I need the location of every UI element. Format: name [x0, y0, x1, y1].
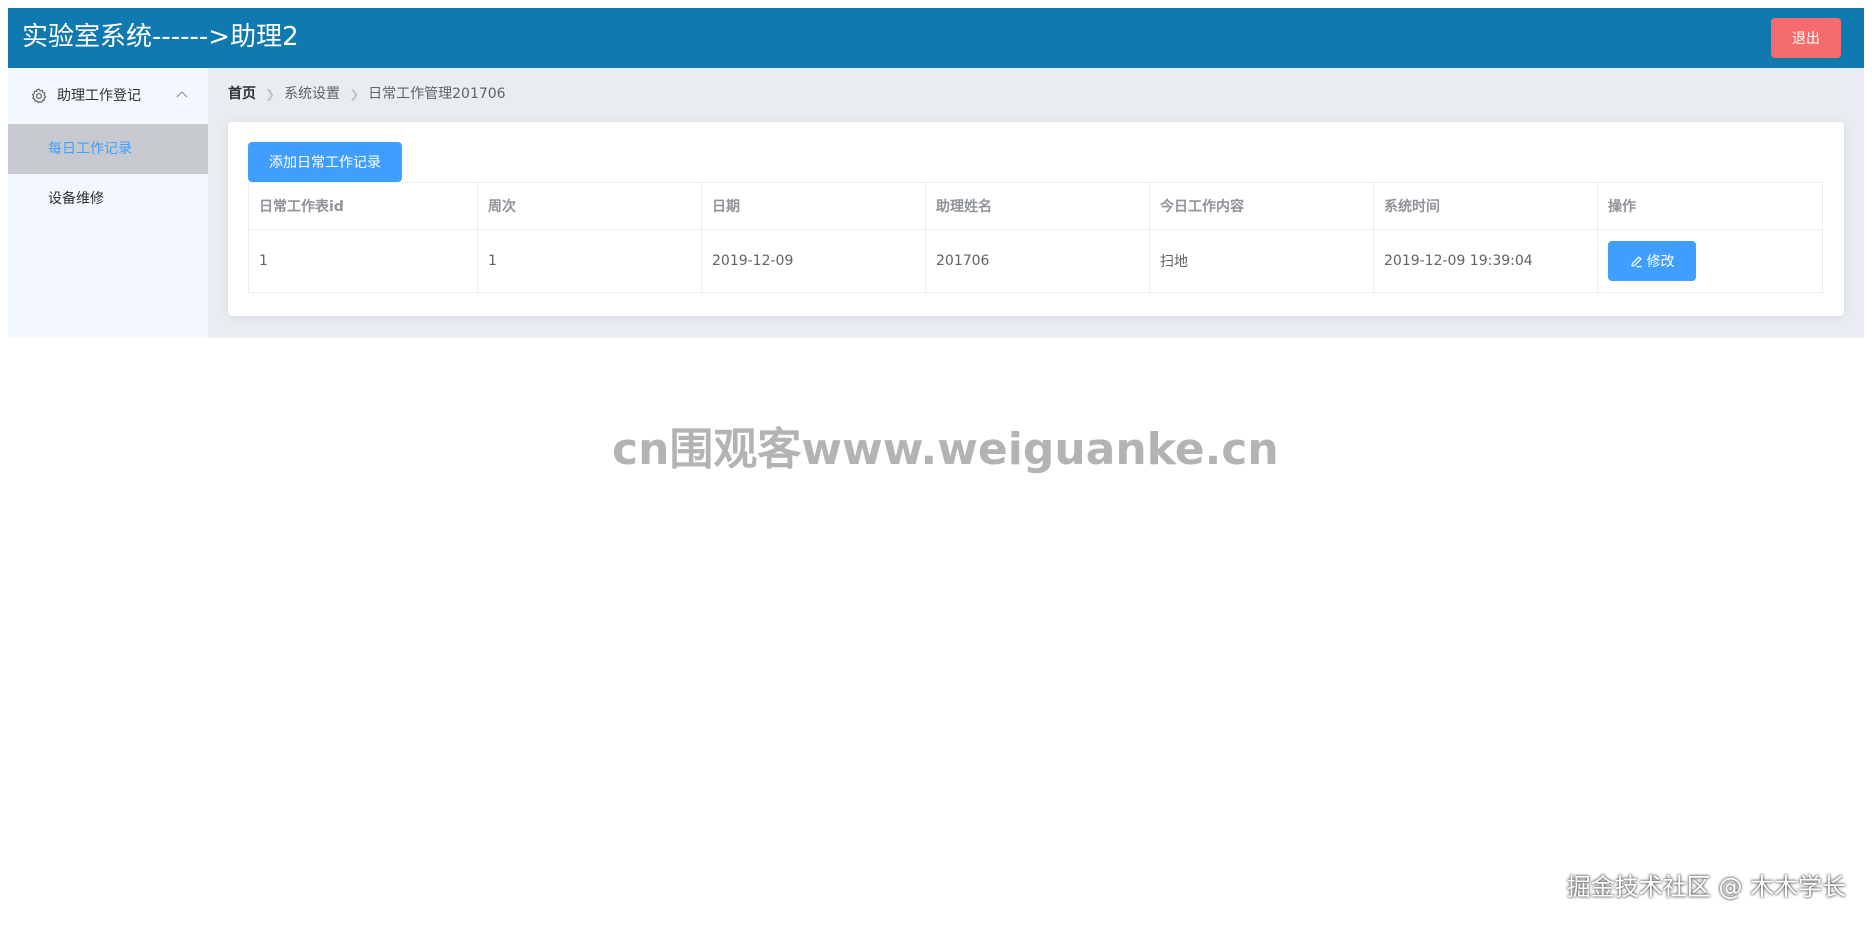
column-header-assistant-name: 助理姓名 — [925, 182, 1150, 230]
column-header-work-content: 今日工作内容 — [1149, 182, 1374, 230]
sidebar-group-label: 助理工作登记 — [57, 88, 141, 104]
cell-system-time: 2019-12-09 19:39:04 — [1373, 229, 1598, 293]
column-header-id: 日常工作表id — [248, 182, 478, 230]
app-window: 实验室系统------>助理2 退出 助理工作登记 每日工作记录 设备维修 首页… — [8, 8, 1864, 338]
cell-work-content: 扫地 — [1149, 229, 1374, 293]
sidebar-item-daily-record[interactable]: 每日工作记录 — [8, 124, 208, 174]
chevron-right-icon: ❯ — [265, 87, 276, 101]
content-card: 添加日常工作记录 日常工作表id 周次 日期 助理姓名 今日工作内容 系统时间 … — [228, 122, 1844, 316]
breadcrumb-current: 日常工作管理201706 — [368, 86, 506, 102]
breadcrumb-item: 系统设置 — [284, 86, 341, 102]
table-header-row: 日常工作表id 周次 日期 助理姓名 今日工作内容 系统时间 操作 — [248, 182, 1823, 230]
app-title: 实验室系统------>助理2 — [22, 22, 299, 52]
logout-button[interactable]: 退出 — [1771, 18, 1841, 58]
breadcrumb-home[interactable]: 首页 — [228, 84, 256, 104]
column-header-date: 日期 — [701, 182, 926, 230]
edit-button-label: 修改 — [1646, 254, 1675, 270]
breadcrumb: 首页 ❯ 系统设置 ❯ 日常工作管理201706 — [228, 84, 506, 104]
sidebar-item-label: 设备维修 — [48, 191, 104, 207]
chevron-right-icon: ❯ — [349, 87, 360, 101]
sidebar: 助理工作登记 每日工作记录 设备维修 — [8, 68, 208, 338]
edit-button[interactable]: 修改 — [1608, 241, 1696, 281]
column-header-actions: 操作 — [1597, 182, 1823, 230]
add-daily-record-button[interactable]: 添加日常工作记录 — [248, 142, 402, 182]
top-header: 实验室系统------>助理2 退出 — [8, 8, 1864, 68]
table-row: 1 1 2019-12-09 201706 扫地 2019-12-09 19:3… — [248, 229, 1823, 293]
cell-actions: 修改 — [1597, 229, 1823, 293]
cell-date: 2019-12-09 — [701, 229, 926, 293]
sidebar-item-equipment-repair[interactable]: 设备维修 — [8, 174, 208, 224]
column-header-week: 周次 — [477, 182, 702, 230]
layout: 助理工作登记 每日工作记录 设备维修 首页 ❯ 系统设置 ❯ 日常工作管理201… — [8, 68, 1864, 338]
watermark-center: cn围观客www.weiguanke.cn — [612, 424, 1279, 475]
chevron-up-icon — [176, 91, 188, 98]
edit-icon — [1630, 255, 1642, 267]
cell-assistant-name: 201706 — [925, 229, 1150, 293]
watermark-corner: 掘金技术社区 @ 木木学长 — [1566, 873, 1846, 901]
sidebar-item-label: 每日工作记录 — [48, 141, 132, 157]
cell-week: 1 — [477, 229, 702, 293]
cell-id: 1 — [248, 229, 478, 293]
gear-icon — [31, 88, 47, 104]
column-header-system-time: 系统时间 — [1373, 182, 1598, 230]
sidebar-group-assistant-work[interactable]: 助理工作登记 — [8, 68, 208, 124]
daily-work-table: 日常工作表id 周次 日期 助理姓名 今日工作内容 系统时间 操作 1 1 20… — [248, 182, 1823, 293]
main-content: 首页 ❯ 系统设置 ❯ 日常工作管理201706 添加日常工作记录 日常工作表i… — [208, 68, 1864, 338]
